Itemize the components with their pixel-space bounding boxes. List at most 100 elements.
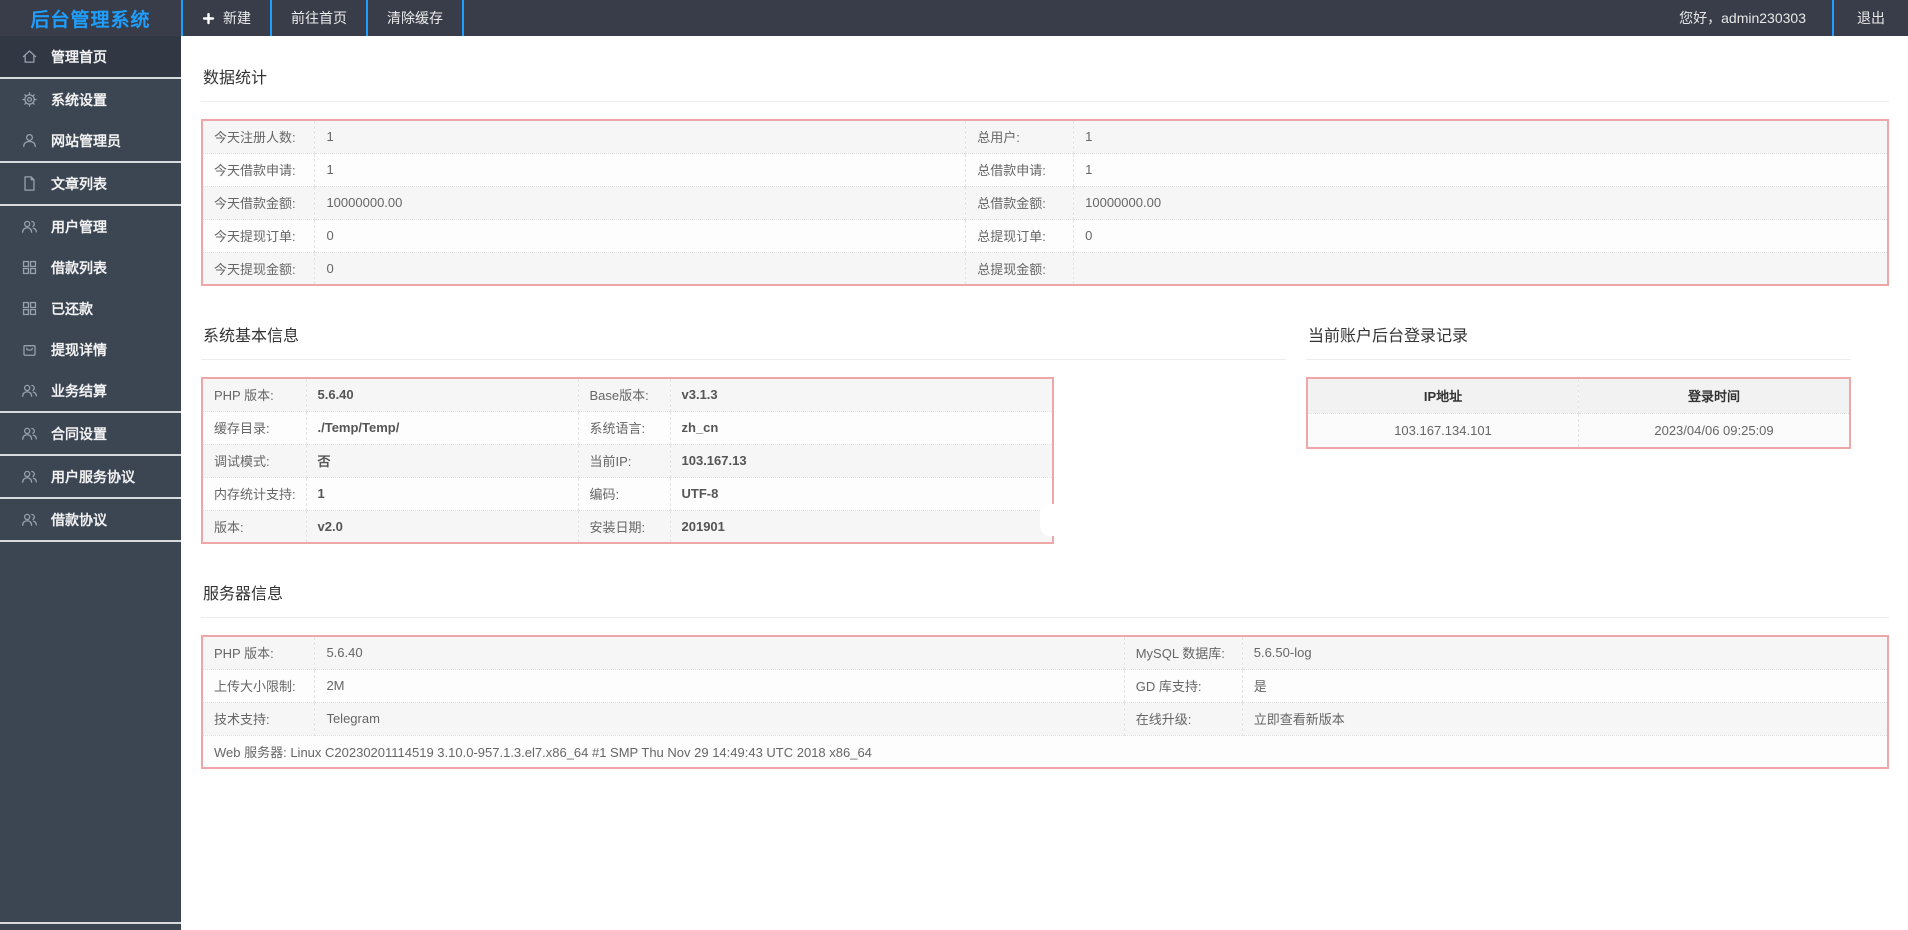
sidebar-item-12[interactable]: 借款协议 (0, 499, 181, 540)
info-label: 内存统计支持: (202, 477, 307, 511)
server-info-section: 服务器信息 PHP 版本: 5.6.40 MySQL 数据库: 5.6.50-log 上… (201, 574, 1889, 769)
info-value: ./Temp/Temp/ (306, 411, 579, 445)
section-title-sysinfo: 系统基本信息 (201, 316, 1286, 360)
gear-icon (22, 92, 37, 107)
sidebar-item-8[interactable]: 提现详情 (0, 329, 181, 370)
user-greeting: 您好，admin230303 (1679, 10, 1806, 26)
login-ip: 103.167.134.101 (1307, 413, 1579, 448)
main-content: 数据统计 今天注册人数: 1 总用户: 1 今天借款申请: 1 总借款申请: 1 今天借款金额:… (181, 36, 1908, 930)
info-label: GD 库支持: (1124, 669, 1243, 703)
info-label: 当前IP: (578, 444, 671, 478)
sidebar-item-label: 管理首页 (51, 48, 107, 65)
info-label: PHP 版本: (202, 378, 307, 412)
info-value: 0 (1073, 219, 1888, 253)
clear-cache-label: 清除缓存 (387, 10, 443, 26)
section-title-server: 服务器信息 (201, 574, 1889, 618)
sidebar-item-1[interactable]: 管理首页 (0, 36, 181, 77)
info-value: 103.167.13 (670, 444, 1053, 478)
stats-section: 数据统计 今天注册人数: 1 总用户: 1 今天借款申请: 1 总借款申请: 1 今天借款金额:… (201, 58, 1889, 286)
info-value: 5.6.40 (314, 636, 1125, 670)
info-value: UTF-8 (670, 477, 1053, 511)
sidebar-item-label: 用户管理 (51, 218, 107, 235)
sidebar-item-3[interactable]: 网站管理员 (0, 120, 181, 161)
plus-icon (202, 12, 215, 24)
top-right-area: 您好，admin230303 退出 (1653, 0, 1908, 36)
sidebar-bottom-divider (0, 922, 181, 924)
login-time: 2023/04/06 09:25:09 (1578, 413, 1850, 448)
info-label: 总提现金额: (965, 252, 1075, 285)
sidebar-item-11[interactable]: 用户服务协议 (0, 456, 181, 497)
grid-icon (22, 260, 37, 275)
info-label: 总借款金额: (965, 186, 1075, 220)
info-label: PHP 版本: (202, 636, 316, 670)
table-row: PHP 版本: 5.6.40 MySQL 数据库: 5.6.50-log (202, 636, 1888, 670)
info-value: 1 (314, 120, 967, 154)
users-icon (22, 427, 37, 440)
login-records-section: 当前账户后台登录记录 IP地址 登录时间 103.167.134.101 2023/… (1306, 316, 1851, 449)
sidebar-item-label: 提现详情 (51, 341, 107, 358)
login-record-row: 103.167.134.101 2023/04/06 09:25:09 (1307, 413, 1850, 448)
sidebar-item-9[interactable]: 业务结算 (0, 370, 181, 411)
bag-icon (23, 345, 36, 356)
info-label: 总用户: (965, 120, 1075, 154)
sidebar-item-label: 借款协议 (51, 511, 107, 528)
info-label: 今天提现订单: (202, 219, 316, 253)
info-label: 今天提现金额: (202, 252, 316, 285)
info-value: 1 (314, 153, 967, 187)
go-homepage-button[interactable]: 前往首页 (270, 0, 366, 36)
sidebar-item-2[interactable]: 系统设置 (0, 79, 181, 120)
file-icon (24, 176, 35, 191)
table-row: 内存统计支持: 1 编码: UTF-8 (202, 477, 1053, 511)
web-server-info: Web 服务器: Linux C20230201114519 3.10.0-95… (202, 735, 1888, 768)
sidebar-item-label: 业务结算 (51, 382, 107, 399)
table-row: 缓存目录: ./Temp/Temp/系统语言: zh_cn (202, 411, 1053, 445)
system-info-table: PHP 版本: 5.6.40 Base版本: v3.1.3 缓存目录: ./Temp/Te… (201, 377, 1054, 544)
info-value[interactable]: 立即查看新版本 (1242, 702, 1888, 736)
info-label: MySQL 数据库: (1124, 636, 1243, 670)
info-label: 编码: (578, 477, 671, 511)
info-label: 总借款申请: (965, 153, 1075, 187)
sidebar-item-5[interactable]: 用户管理 (0, 206, 181, 247)
table-row: 版本: v2.0 安装日期: 201901 (202, 510, 1053, 543)
login-table-header: 登录时间 (1578, 378, 1850, 414)
new-button-label: 新建 (223, 10, 251, 26)
user-icon (23, 134, 36, 148)
clear-cache-button[interactable]: 清除缓存 (366, 0, 464, 36)
new-button[interactable]: 新建 (181, 0, 270, 36)
info-value: 1 (1073, 120, 1888, 154)
app-title: 后台管理系统 (30, 9, 151, 31)
info-label: 系统语言: (578, 411, 671, 445)
server-info-table: PHP 版本: 5.6.40 MySQL 数据库: 5.6.50-log 上传大小限制:… (201, 635, 1889, 769)
home-icon (22, 50, 37, 63)
login-records-table: IP地址 登录时间 103.167.134.101 2023/04/06 09:25… (1306, 377, 1851, 449)
table-row: 今天借款申请: 1 总借款申请: 1 (202, 153, 1888, 187)
stats-table: 今天注册人数: 1 总用户: 1 今天借款申请: 1 总借款申请: 1 今天借款金额: 10000… (201, 119, 1889, 286)
info-label: 版本: (202, 510, 307, 543)
sidebar-item-10[interactable]: 合同设置 (0, 413, 181, 454)
users-icon (22, 220, 37, 233)
sidebar-item-6[interactable]: 借款列表 (0, 247, 181, 288)
info-value: 5.6.40 (306, 378, 579, 412)
info-value: 1 (1073, 153, 1888, 187)
info-label: 上传大小限制: (202, 669, 316, 703)
sidebar-item-7[interactable]: 已还款 (0, 288, 181, 329)
table-row: 今天注册人数: 1 总用户: 1 (202, 120, 1888, 154)
info-value: Telegram (314, 702, 1125, 736)
users-icon (22, 384, 37, 397)
info-label: 今天借款申请: (202, 153, 316, 187)
grid-icon (22, 301, 37, 316)
info-label: 今天注册人数: (202, 120, 316, 154)
users-icon (22, 470, 37, 483)
sidebar-item-label: 合同设置 (51, 425, 107, 442)
sidebar-item-label: 借款列表 (51, 259, 107, 276)
table-row: 技术支持: Telegram 在线升级: 立即查看新版本 (202, 702, 1888, 736)
sidebar-item-4[interactable]: 文章列表 (0, 163, 181, 204)
info-label: 调试模式: (202, 444, 307, 478)
sidebar-nav: 管理首页系统设置 网站管理员 文章列表用户管理借款列表已还款提现详情业务结算合同设置… (0, 36, 181, 930)
info-label: 在线升级: (1124, 702, 1243, 736)
table-row: 今天提现金额: 0 总提现金额: (202, 252, 1888, 285)
info-label: 今天借款金额: (202, 186, 316, 220)
table-row: 上传大小限制: 2M GD 库支持: 是 (202, 669, 1888, 703)
logout-button[interactable]: 退出 (1832, 0, 1908, 36)
info-value: 是 (1242, 669, 1888, 703)
